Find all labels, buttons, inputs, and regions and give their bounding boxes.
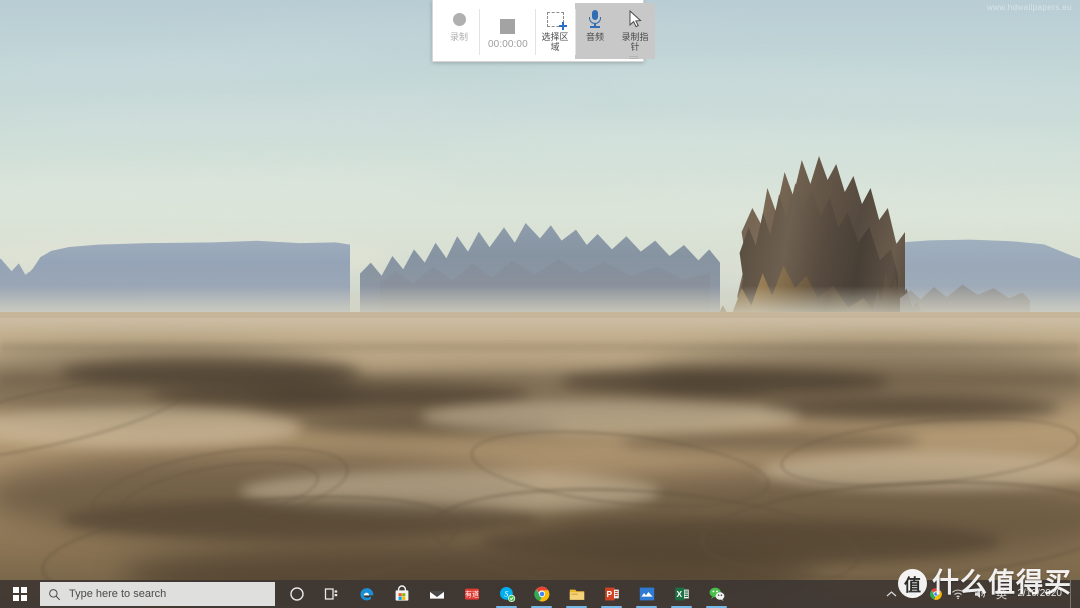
start-button[interactable] (0, 580, 40, 608)
microphone-icon (587, 7, 603, 31)
dune-highlight (420, 400, 800, 434)
ground-band (0, 318, 1080, 334)
taskbar-app-wechat[interactable] (699, 580, 734, 608)
windows-logo-icon (13, 587, 27, 601)
clock-date: 2/19/2020 (1017, 588, 1063, 599)
wallpaper-source-watermark: www.hdwallpapers.eu (987, 3, 1072, 12)
wechat-icon (709, 587, 724, 601)
select-region-icon (546, 7, 567, 31)
circle-icon (289, 587, 304, 601)
cursor-arrow-icon (627, 7, 643, 31)
clock-button[interactable]: 2/19/2020 (1013, 580, 1071, 608)
taskbar-app-powerpoint[interactable]: P (594, 580, 629, 608)
desktop[interactable]: www.hdwallpapers.eu ✕ 录制 00:00:00 (0, 0, 1080, 608)
ime-label: 英 (996, 588, 1007, 601)
rock-debris (150, 382, 530, 408)
taskbar-app-microsoft-edge[interactable] (349, 580, 384, 608)
recording-timer: 00:00:00 (488, 39, 528, 50)
taskbar-app-google-chrome[interactable] (524, 580, 559, 608)
taskbar-app-file-explorer[interactable] (559, 580, 594, 608)
stop-square-icon (499, 14, 515, 38)
removable-device-button[interactable] (903, 580, 925, 608)
task-view-icon (324, 588, 337, 600)
resize-grip-icon[interactable] (629, 56, 638, 59)
ime-language-button[interactable]: 英 (991, 580, 1013, 608)
select-region-label: 选择区域 (541, 33, 569, 53)
search-placeholder-text: Type here to search (69, 588, 167, 600)
chevron-up-icon (886, 591, 897, 597)
skype-icon: S (499, 587, 515, 602)
excel-icon: X (674, 587, 689, 601)
desktop-wallpaper: www.hdwallpapers.eu (0, 0, 1080, 608)
record-dot-icon (452, 7, 466, 31)
record-button[interactable]: 录制 (439, 3, 479, 59)
taskbar-app-mail[interactable] (419, 580, 454, 608)
svg-text:有道: 有道 (465, 589, 479, 598)
red-app-icon: 有道 (464, 588, 479, 600)
chrome-icon (533, 586, 549, 602)
chrome-icon (929, 588, 942, 600)
taskbar-app-buttons: 有道 S P X (279, 580, 734, 608)
store-icon (395, 585, 408, 601)
volume-button[interactable] (969, 580, 991, 608)
record-cursor-label: 录制指针 (621, 33, 649, 53)
taskbar-app-cortana[interactable] (279, 580, 314, 608)
show-desktop-button[interactable] (1070, 580, 1076, 608)
svg-text:S: S (504, 589, 508, 598)
taskbar-app-skype[interactable]: S (489, 580, 524, 608)
show-hidden-icons-button[interactable] (881, 580, 903, 608)
chrome-tray-button[interactable] (925, 580, 947, 608)
record-button-label: 录制 (449, 33, 468, 43)
stop-button[interactable]: 00:00:00 (479, 3, 535, 59)
taskbar-app-youdao[interactable]: 有道 (454, 580, 489, 608)
blue-mountain-icon (639, 587, 654, 601)
rock-debris (760, 396, 1060, 420)
audio-toggle-label: 音频 (585, 33, 604, 43)
edge-icon (359, 588, 373, 601)
usb-device-icon (906, 590, 920, 598)
search-icon (49, 588, 61, 600)
audio-toggle-button[interactable]: 音频 (575, 3, 615, 59)
windows-taskbar[interactable]: Type here to search 有道 S P X 英 2/19/2020 (0, 580, 1080, 608)
taskbar-app-blue-app[interactable] (629, 580, 664, 608)
taskbar-app-excel[interactable]: X (664, 580, 699, 608)
taskbar-app-task-view[interactable] (314, 580, 349, 608)
system-tray: 英 2/19/2020 (881, 580, 1080, 608)
powerpoint-icon: P (604, 587, 619, 601)
taskbar-app-microsoft-store[interactable] (384, 580, 419, 608)
record-cursor-toggle-button[interactable]: 录制指针 (615, 3, 655, 59)
svg-text:X: X (676, 589, 682, 599)
speaker-icon (974, 590, 985, 598)
toolbar-items: 录制 00:00:00 选择区域 音频 录制指针 (433, 0, 655, 61)
select-region-button[interactable]: 选择区域 (535, 3, 575, 59)
svg-text:P: P (606, 589, 612, 599)
wifi-icon (951, 589, 964, 600)
network-button[interactable] (947, 580, 969, 608)
screen-recorder-toolbar[interactable]: ✕ 录制 00:00:00 选择区域 (432, 0, 655, 62)
search-input[interactable]: Type here to search (40, 582, 275, 606)
folder-icon (569, 589, 584, 600)
rock-debris (560, 368, 890, 396)
mail-icon (429, 590, 444, 599)
